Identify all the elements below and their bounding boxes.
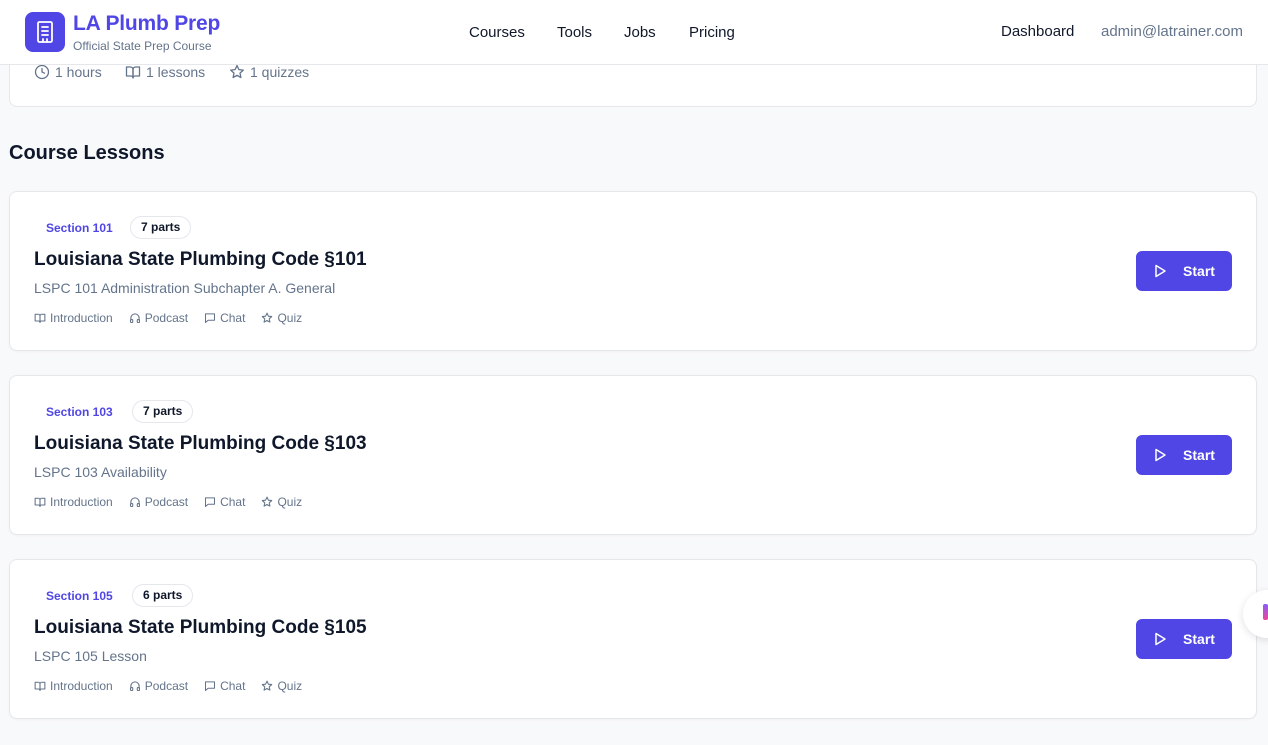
user-email[interactable]: admin@latrainer.com bbox=[1101, 23, 1243, 40]
start-button-label: Start bbox=[1183, 447, 1215, 463]
top-nav-bar: LA Plumb Prep Official State Prep Course… bbox=[0, 0, 1268, 65]
nav-pricing[interactable]: Pricing bbox=[689, 24, 735, 41]
play-icon bbox=[1155, 448, 1166, 462]
nav-dashboard[interactable]: Dashboard bbox=[1001, 23, 1074, 40]
start-button[interactable]: Start bbox=[1136, 619, 1232, 659]
feature-label: Quiz bbox=[277, 311, 303, 325]
start-button[interactable]: Start bbox=[1136, 435, 1232, 475]
feature-introduction: Introduction bbox=[34, 495, 113, 509]
parts-badge: 7 parts bbox=[132, 400, 194, 423]
book-open-icon bbox=[34, 497, 46, 508]
start-button[interactable]: Start bbox=[1136, 251, 1232, 291]
feature-podcast: Podcast bbox=[129, 311, 188, 325]
feature-quiz: Quiz bbox=[261, 311, 302, 325]
course-lessons-label: 1 lessons bbox=[146, 64, 206, 80]
feature-label: Podcast bbox=[144, 311, 189, 325]
lesson-card: Section 105 6 parts Louisiana State Plum… bbox=[9, 559, 1257, 719]
feature-chat: Chat bbox=[204, 311, 245, 325]
lesson-description: LSPC 103 Availability bbox=[34, 464, 167, 480]
book-open-icon bbox=[125, 66, 141, 79]
lesson-description: LSPC 105 Lesson bbox=[34, 648, 147, 664]
feature-label: Quiz bbox=[277, 679, 303, 693]
course-hours-label: 1 hours bbox=[55, 64, 102, 80]
feature-label: Introduction bbox=[50, 311, 113, 325]
play-icon bbox=[1155, 264, 1166, 278]
message-square-icon bbox=[205, 313, 216, 324]
section-tag: Section 101 bbox=[35, 217, 124, 239]
feature-quiz: Quiz bbox=[261, 679, 302, 693]
play-icon bbox=[1155, 632, 1166, 646]
book-open-icon bbox=[34, 681, 46, 692]
lesson-title[interactable]: Louisiana State Plumbing Code §105 bbox=[34, 617, 367, 639]
lesson-card: Section 101 7 parts Louisiana State Plum… bbox=[9, 191, 1257, 351]
course-lessons-heading: Course Lessons bbox=[9, 142, 165, 164]
brand-subtitle: Official State Prep Course bbox=[73, 39, 212, 53]
feature-label: Chat bbox=[220, 679, 246, 693]
feature-introduction: Introduction bbox=[34, 311, 113, 325]
lesson-card: Section 103 7 parts Louisiana State Plum… bbox=[9, 375, 1257, 535]
headphones-icon bbox=[129, 313, 140, 324]
message-square-icon bbox=[205, 681, 216, 692]
star-icon bbox=[262, 496, 273, 507]
lesson-description: LSPC 101 Administration Subchapter A. Ge… bbox=[34, 280, 336, 296]
feature-label: Chat bbox=[220, 311, 246, 325]
parts-badge: 6 parts bbox=[132, 584, 194, 607]
assistant-icon bbox=[1263, 604, 1268, 620]
nav-courses[interactable]: Courses bbox=[469, 24, 525, 41]
nav-tools[interactable]: Tools bbox=[557, 24, 592, 41]
feature-label: Introduction bbox=[50, 495, 113, 509]
feature-podcast: Podcast bbox=[129, 495, 188, 509]
feature-chat: Chat bbox=[204, 679, 245, 693]
message-square-icon bbox=[205, 497, 216, 508]
section-tag: Section 103 bbox=[35, 401, 124, 423]
star-icon bbox=[262, 312, 273, 323]
lesson-features: Introduction Podcast Chat Quiz bbox=[34, 311, 302, 325]
section-tag: Section 105 bbox=[35, 585, 124, 607]
star-icon bbox=[230, 64, 244, 79]
book-open-icon bbox=[34, 313, 46, 324]
feature-label: Introduction bbox=[50, 679, 113, 693]
parts-badge: 7 parts bbox=[130, 216, 192, 239]
course-lessons-count: 1 lessons bbox=[125, 64, 205, 80]
nav-jobs[interactable]: Jobs bbox=[624, 24, 656, 41]
lesson-features: Introduction Podcast Chat Quiz bbox=[34, 495, 302, 509]
feature-label: Quiz bbox=[277, 495, 303, 509]
feature-label: Chat bbox=[220, 495, 246, 509]
headphones-icon bbox=[129, 497, 140, 508]
feature-quiz: Quiz bbox=[261, 495, 302, 509]
start-button-label: Start bbox=[1183, 631, 1215, 647]
feature-introduction: Introduction bbox=[34, 679, 113, 693]
star-icon bbox=[262, 680, 273, 691]
lesson-title[interactable]: Louisiana State Plumbing Code §101 bbox=[34, 249, 367, 271]
lesson-features: Introduction Podcast Chat Quiz bbox=[34, 679, 302, 693]
clock-icon bbox=[34, 64, 50, 80]
logo[interactable] bbox=[25, 12, 65, 52]
lesson-title[interactable]: Louisiana State Plumbing Code §103 bbox=[34, 433, 367, 455]
course-quizzes-label: 1 quizzes bbox=[250, 64, 310, 80]
feature-label: Podcast bbox=[144, 495, 189, 509]
headphones-icon bbox=[129, 681, 140, 692]
feature-label: Podcast bbox=[144, 679, 189, 693]
course-quizzes-count: 1 quizzes bbox=[229, 64, 309, 80]
brand-title[interactable]: LA Plumb Prep bbox=[73, 12, 220, 36]
course-hours: 1 hours bbox=[34, 64, 102, 80]
feature-podcast: Podcast bbox=[129, 679, 188, 693]
building-icon bbox=[37, 21, 53, 43]
feature-chat: Chat bbox=[204, 495, 245, 509]
start-button-label: Start bbox=[1183, 263, 1215, 279]
